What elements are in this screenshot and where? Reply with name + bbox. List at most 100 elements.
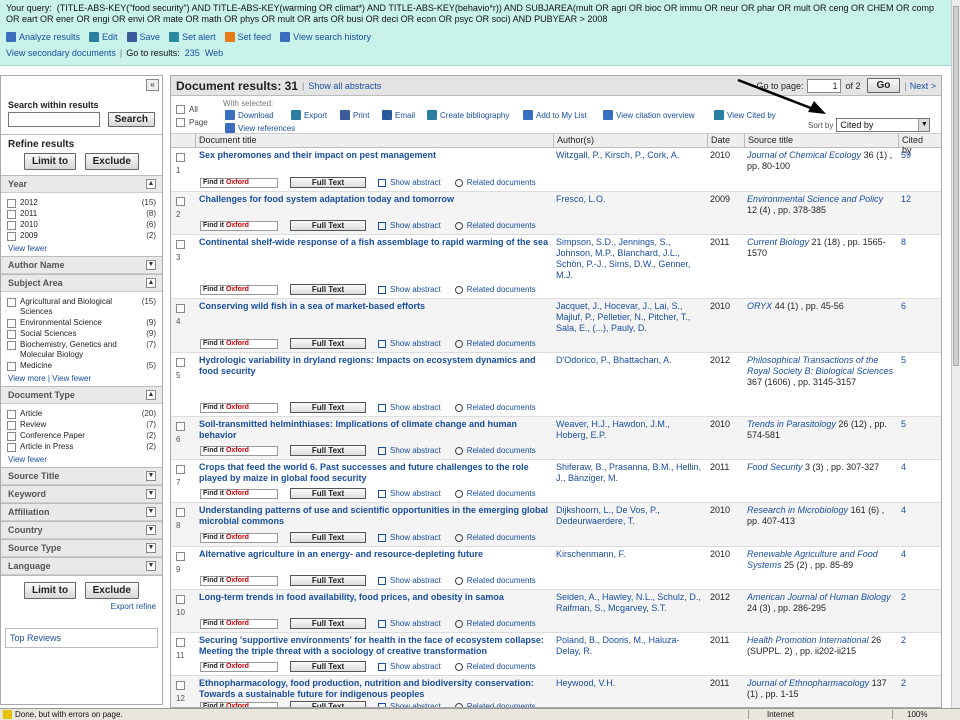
doctype-item[interactable]: Review (7) (1, 419, 162, 430)
year-checkbox[interactable] (7, 210, 16, 219)
go-button[interactable]: Go (866, 78, 901, 93)
doctype-view-fewer-link[interactable]: View fewer (1, 452, 162, 467)
document-title-link[interactable]: Soil-transmitted helminthiases: Implicat… (199, 419, 549, 441)
affiliation-header[interactable]: Affiliation ▼ (1, 504, 162, 521)
full-text-button[interactable]: Full Text (290, 445, 366, 456)
journal-link[interactable]: Research in Microbiology (747, 505, 848, 515)
find-it-oxford-button[interactable]: Find it Oxford (200, 661, 278, 672)
year-item[interactable]: 2011 (8) (1, 208, 162, 219)
view-secondary-link[interactable]: View secondary documents (6, 48, 116, 58)
show-abstract-link[interactable]: Show abstract (378, 662, 441, 671)
page-number-input[interactable]: 1 (807, 78, 842, 93)
doctype-item[interactable]: Article in Press (2) (1, 441, 162, 452)
subject-view-more-fewer-link[interactable]: View more | View fewer (1, 371, 162, 386)
analyze-results-link[interactable]: Analyze results (6, 32, 80, 42)
show-abstract-link[interactable]: Show abstract (378, 178, 441, 187)
expand-icon[interactable]: ▼ (146, 489, 156, 499)
col-cited-by[interactable]: Cited by (898, 134, 933, 155)
find-it-oxford-button[interactable]: Find it Oxford (200, 488, 278, 499)
subject-item[interactable]: Social Sciences (9) (1, 328, 162, 339)
col-source-title[interactable]: Source title (744, 134, 898, 147)
find-it-oxford-button[interactable]: Find it Oxford (200, 532, 278, 543)
authors-cell[interactable]: Poland, B., Dooris, M., Haluza-Delay, R. (553, 633, 707, 675)
next-page-link[interactable]: Next > (910, 81, 936, 91)
full-text-button[interactable]: Full Text (290, 177, 366, 188)
select-page-checkbox[interactable] (176, 118, 185, 127)
full-text-button[interactable]: Full Text (290, 701, 366, 707)
doctype-item[interactable]: Article (20) (1, 408, 162, 419)
full-text-button[interactable]: Full Text (290, 532, 366, 543)
expand-author-icon[interactable]: ▼ (146, 260, 156, 270)
author-name-header[interactable]: Author Name ▼ (1, 257, 162, 274)
cited-by-count[interactable]: 4 (898, 547, 933, 589)
row-checkbox[interactable] (176, 508, 185, 517)
goto-results-count-link[interactable]: 235 (185, 48, 200, 58)
full-text-button[interactable]: Full Text (290, 338, 366, 349)
year-checkbox[interactable] (7, 221, 16, 230)
journal-link[interactable]: Journal of Ethnopharmacology (747, 678, 869, 688)
full-text-button[interactable]: Full Text (290, 402, 366, 413)
col-date[interactable]: Date (707, 134, 744, 147)
document-title-link[interactable]: Conserving wild fish in a sea of market-… (199, 301, 549, 312)
document-title-link[interactable]: Understanding patterns of use and scient… (199, 505, 549, 527)
row-checkbox[interactable] (176, 465, 185, 474)
show-abstract-link[interactable]: Show abstract (378, 489, 441, 498)
document-title-link[interactable]: Alternative agriculture in an energy- an… (199, 549, 549, 560)
find-it-oxford-button[interactable]: Find it Oxford (200, 284, 278, 295)
doctype-item[interactable]: Conference Paper (2) (1, 430, 162, 441)
cited-by-count[interactable]: 8 (898, 235, 933, 298)
expand-icon[interactable]: ▼ (146, 543, 156, 553)
collapse-year-icon[interactable]: ▲ (146, 179, 156, 189)
set-alert-link[interactable]: Set alert (169, 32, 216, 42)
doctype-checkbox[interactable] (7, 421, 16, 430)
document-title-link[interactable]: Crops that feed the world 6. Past succes… (199, 462, 549, 484)
row-checkbox[interactable] (176, 197, 185, 206)
journal-link[interactable]: ORYX (747, 301, 772, 311)
collapse-doctype-icon[interactable]: ▲ (146, 390, 156, 400)
create-bibliography-action[interactable]: Create bibliography (427, 110, 509, 120)
language-header[interactable]: Language ▼ (1, 558, 162, 575)
authors-cell[interactable]: Shiferaw, B., Prasanna, B.M., Hellin, J.… (553, 460, 707, 502)
row-checkbox[interactable] (176, 681, 185, 690)
related-documents-link[interactable]: Related documents (454, 619, 536, 628)
subject-checkbox[interactable] (7, 341, 16, 350)
find-it-oxford-button[interactable]: Find it Oxford (200, 338, 278, 349)
journal-link[interactable]: Food Security (747, 462, 803, 472)
authors-cell[interactable]: Heywood, V.H. (553, 676, 707, 707)
full-text-button[interactable]: Full Text (290, 618, 366, 629)
exclude-button[interactable]: Exclude (84, 153, 139, 170)
find-it-oxford-button[interactable]: Find it Oxford (200, 402, 278, 413)
edit-link[interactable]: Edit (89, 32, 118, 42)
authors-cell[interactable]: Dijkshoorn, L., De Vos, P., Dedeurwaerde… (553, 503, 707, 546)
journal-link[interactable]: Philosophical Transactions of the Royal … (747, 355, 893, 376)
cited-by-count[interactable]: 59 (898, 148, 933, 191)
expand-icon[interactable]: ▼ (146, 471, 156, 481)
find-it-oxford-button[interactable]: Find it Oxford (200, 575, 278, 586)
authors-cell[interactable]: Jacquet, J., Hocevar, J., Lai, S., Majlu… (553, 299, 707, 352)
cited-by-count[interactable]: 5 (898, 353, 933, 416)
limit-to-button-bottom[interactable]: Limit to (24, 582, 77, 599)
expand-icon[interactable]: ▼ (146, 525, 156, 535)
row-checkbox[interactable] (176, 552, 185, 561)
full-text-button[interactable]: Full Text (290, 220, 366, 231)
related-documents-link[interactable]: Related documents (454, 489, 536, 498)
row-checkbox[interactable] (176, 595, 185, 604)
subject-item[interactable]: Environmental Science (9) (1, 317, 162, 328)
document-title-link[interactable]: Long-term trends in food availability, f… (199, 592, 549, 603)
save-link[interactable]: Save (126, 32, 160, 42)
authors-cell[interactable]: D'Odorico, P., Bhattachan, A. (553, 353, 707, 416)
journal-link[interactable]: Environmental Science and Policy (747, 194, 883, 204)
show-abstract-link[interactable]: Show abstract (378, 446, 441, 455)
goto-web-link[interactable]: Web (205, 48, 223, 58)
document-title-link[interactable]: Challenges for food system adaptation to… (199, 194, 549, 205)
authors-cell[interactable]: Witzgall, P., Kirsch, P., Cork, A. (553, 148, 707, 191)
cited-by-count[interactable]: 2 (898, 676, 933, 707)
year-item[interactable]: 2012 (15) (1, 197, 162, 208)
cited-by-count[interactable]: 12 (898, 192, 933, 234)
show-abstract-link[interactable]: Show abstract (378, 403, 441, 412)
authors-cell[interactable]: Seiden, A., Hawley, N.L., Schulz, D., Ra… (553, 590, 707, 632)
citation-overview-action[interactable]: View citation overview (603, 110, 695, 120)
show-abstract-link[interactable]: Show abstract (378, 339, 441, 348)
year-view-fewer-link[interactable]: View fewer (1, 241, 162, 256)
journal-link[interactable]: Current Biology (747, 237, 809, 247)
